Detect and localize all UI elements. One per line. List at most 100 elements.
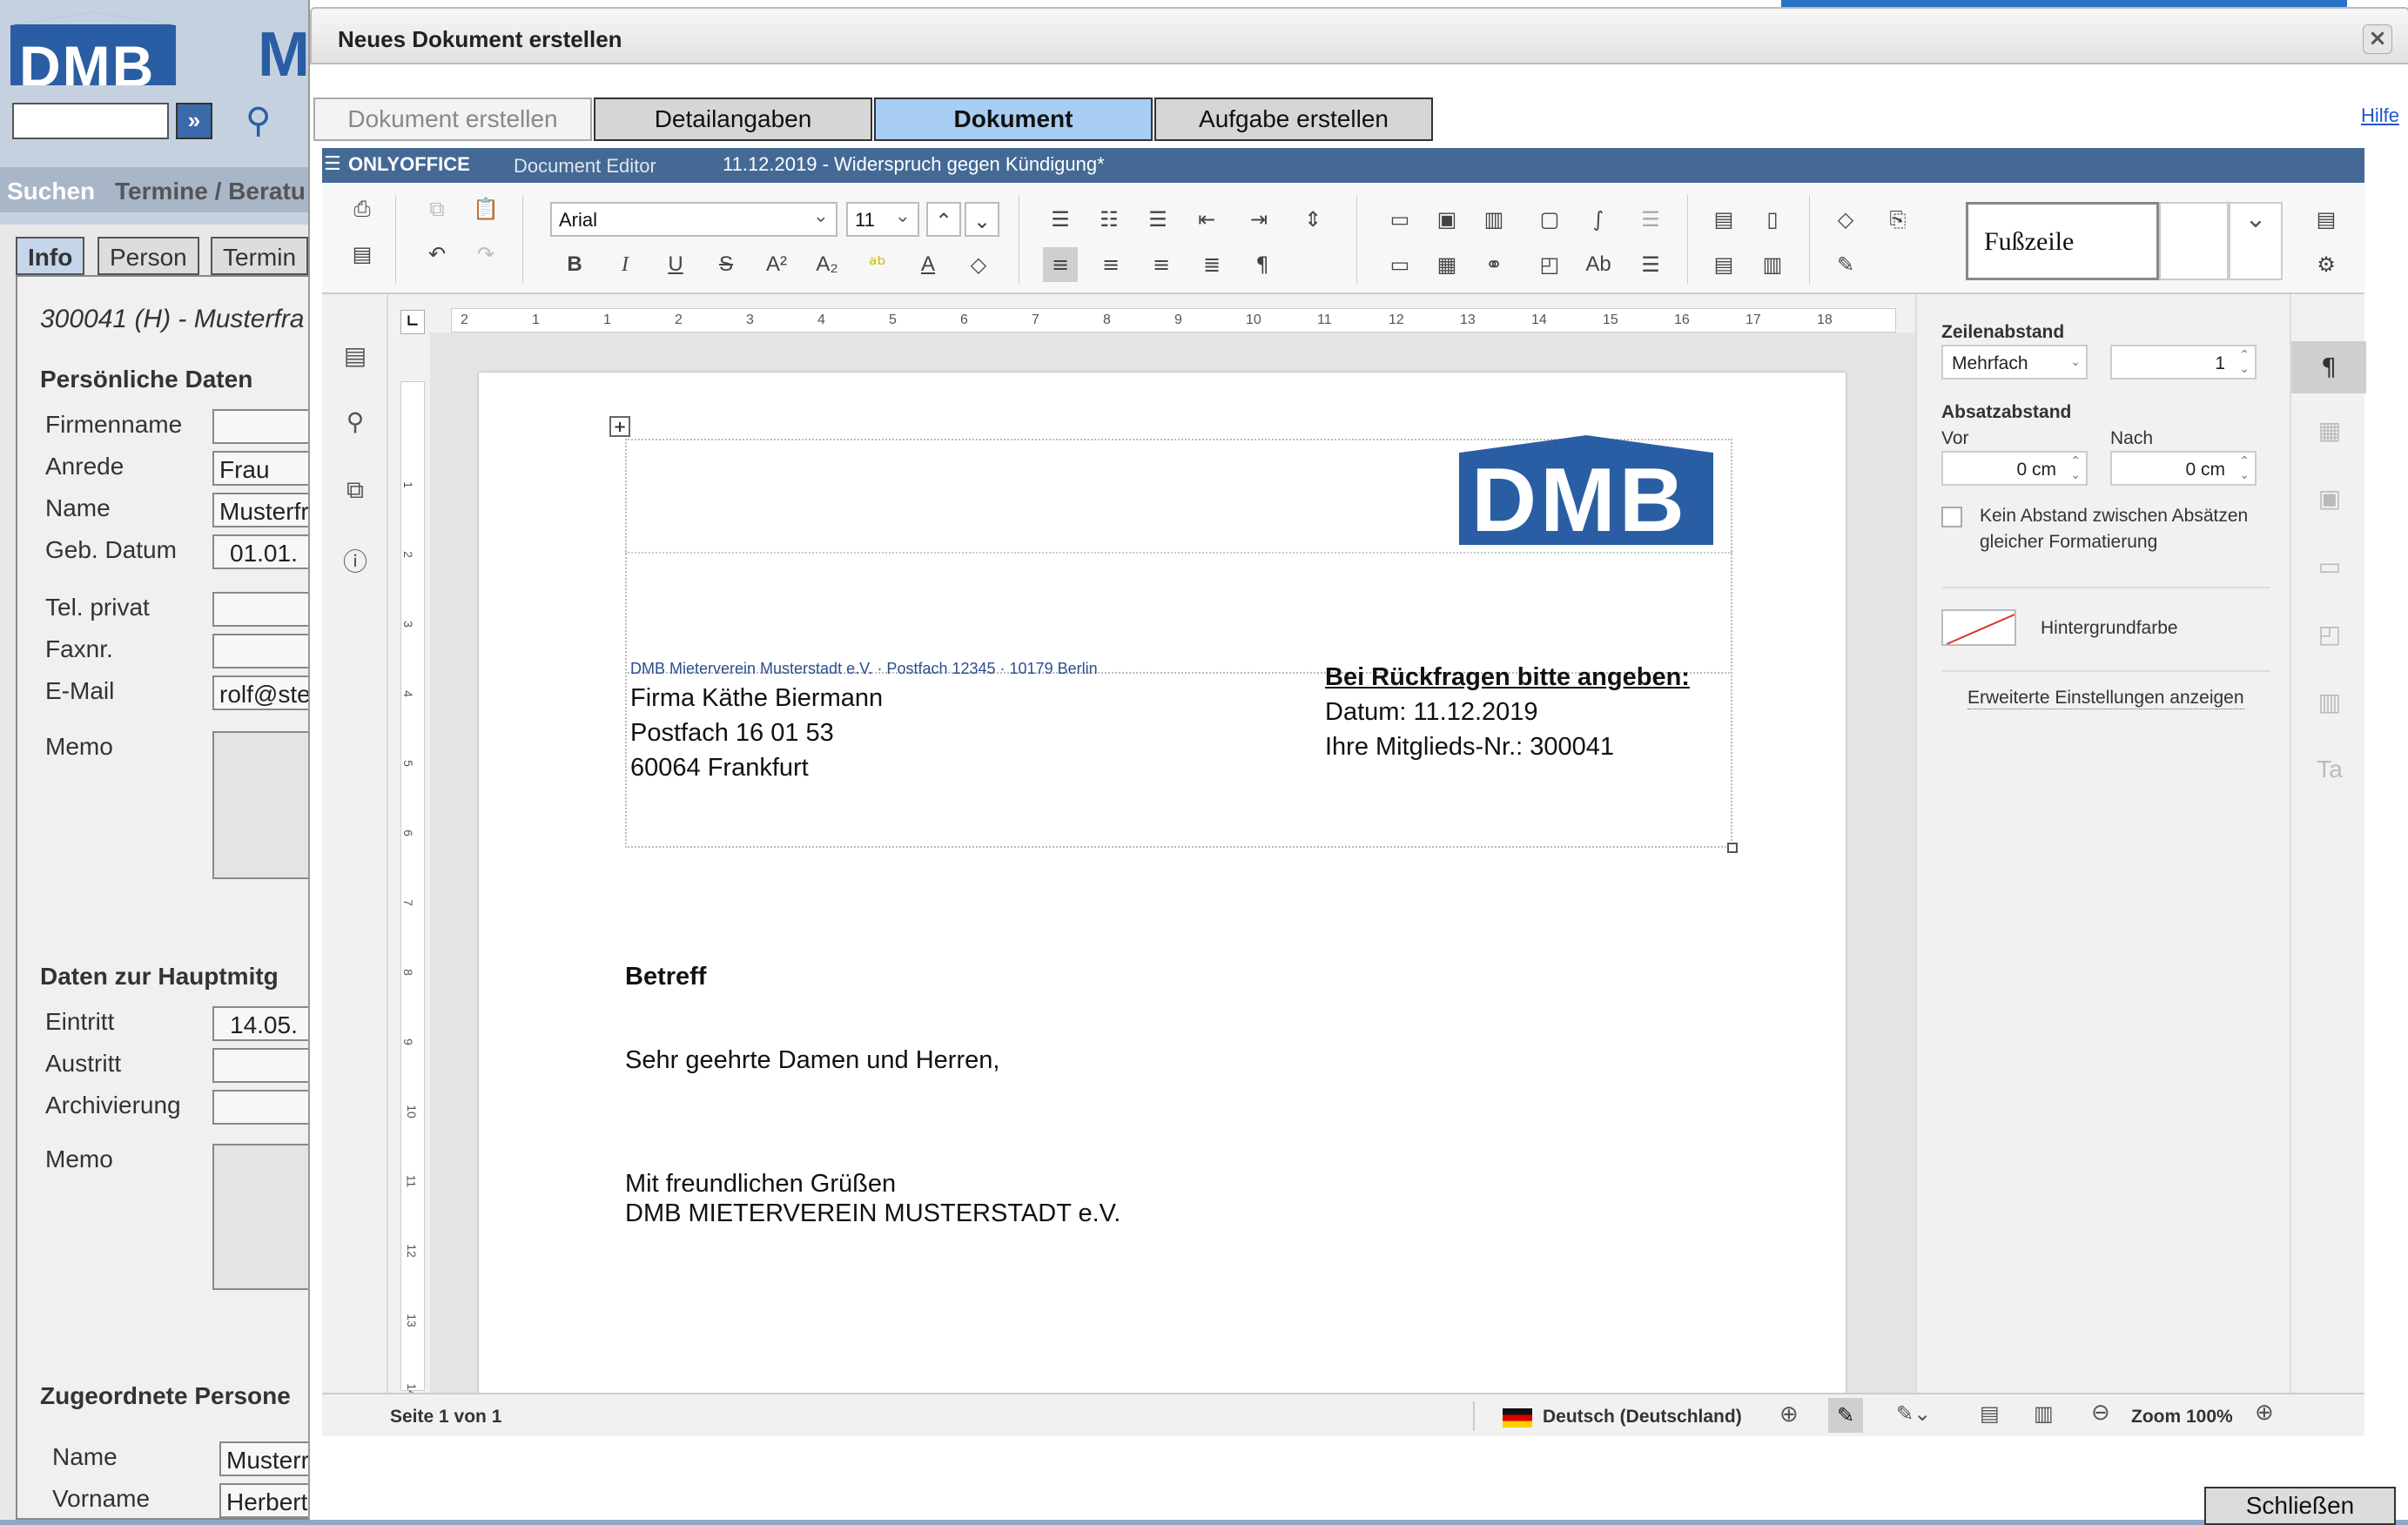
tab-stop-selector[interactable]: ∟: [400, 310, 425, 334]
view-settings-icon[interactable]: ▤: [2309, 202, 2344, 237]
bullets-icon[interactable]: ☰: [1043, 202, 1078, 237]
table-settings-icon[interactable]: ▦: [2310, 416, 2349, 454]
tab-dokument[interactable]: Dokument: [874, 97, 1153, 141]
line-spacing-mode-select[interactable]: Mehrfach ⌄: [1941, 345, 2088, 380]
shape-settings-icon[interactable]: ◰: [2310, 620, 2349, 658]
image-settings-icon[interactable]: ▣: [2310, 484, 2349, 522]
track-changes-icon[interactable]: ✎⌄: [1896, 1401, 1931, 1426]
tab-aufgabe-erstellen[interactable]: Aufgabe erstellen: [1154, 97, 1433, 141]
style-gallery-dropdown-icon[interactable]: ⌄: [2229, 202, 2283, 280]
align-right-icon[interactable]: ≡: [1144, 247, 1179, 282]
settings-icon[interactable]: ⚙: [2309, 247, 2344, 282]
font-size-select[interactable]: 11: [846, 202, 919, 237]
horizontal-ruler[interactable]: 2 1 1 2 3 4 5 6 7 8 9 10 11 12 13 14 15 16 17 18: [451, 308, 1896, 333]
orientation-icon[interactable]: ▯: [1755, 202, 1790, 237]
decrease-font-icon[interactable]: ⌄: [965, 202, 999, 237]
page-break-icon[interactable]: ▭: [1382, 202, 1417, 237]
zoom-in-icon[interactable]: ⊕: [2255, 1400, 2274, 1426]
align-center-icon[interactable]: ≡: [1093, 247, 1128, 282]
highlight-icon[interactable]: ᵃᵇ: [860, 247, 895, 282]
close-dialog-button[interactable]: Schließen: [2204, 1487, 2396, 1525]
table-move-handle-icon[interactable]: +: [609, 416, 630, 437]
superscript-icon[interactable]: A²: [759, 247, 794, 282]
info-icon[interactable]: ⓘ: [338, 543, 373, 578]
shading-icon[interactable]: ◇: [961, 247, 996, 282]
resize-handle[interactable]: [1727, 843, 1738, 853]
bold-icon[interactable]: B: [557, 247, 592, 282]
underline-icon[interactable]: U: [658, 247, 693, 282]
style-preview-2[interactable]: [2159, 202, 2229, 280]
spellcheck-icon[interactable]: ✎: [1828, 1398, 1863, 1433]
document-page[interactable]: + DMB DMB Mieterverein Musterstadt e.V. …: [479, 373, 1846, 1393]
bg-tab-person[interactable]: Person: [98, 237, 199, 275]
table-icon[interactable]: ▦: [1429, 247, 1464, 282]
fit-width-icon[interactable]: ▥: [2034, 1401, 2054, 1426]
columns-icon[interactable]: ☰: [1633, 202, 1668, 237]
italic-icon[interactable]: I: [608, 247, 642, 282]
fit-page-icon[interactable]: ▤: [1980, 1401, 2000, 1426]
header-footer-icon[interactable]: ▭: [1382, 247, 1417, 282]
save-icon[interactable]: ▤: [345, 237, 380, 272]
decrease-indent-icon[interactable]: ⇤: [1189, 202, 1224, 237]
text-art-icon[interactable]: Ab: [1581, 247, 1616, 282]
clear-style-icon[interactable]: ◇: [1828, 202, 1863, 237]
document-canvas[interactable]: + DMB DMB Mieterverein Musterstadt e.V. …: [430, 333, 1988, 1393]
text-art-settings-icon[interactable]: Ta: [2310, 756, 2349, 794]
print-icon[interactable]: ⎙: [345, 191, 380, 226]
image-icon[interactable]: ▣: [1429, 202, 1464, 237]
textbox-icon[interactable]: ▢: [1532, 202, 1567, 237]
quick-search-input[interactable]: [12, 103, 169, 139]
advanced-settings-link[interactable]: Erweiterte Einstellungen anzeigen: [1967, 688, 2244, 709]
nav-search[interactable]: Suchen: [7, 178, 95, 205]
language-select[interactable]: Deutsch (Deutschland): [1543, 1407, 1742, 1428]
equation-icon[interactable]: ∫: [1581, 202, 1616, 237]
increase-indent-icon[interactable]: ⇥: [1241, 202, 1276, 237]
line-spacing-value-input[interactable]: 1 ⌃ ⌄: [2110, 345, 2257, 380]
zoom-out-icon[interactable]: ⊖: [2091, 1400, 2110, 1426]
no-space-checkbox[interactable]: [1941, 507, 1962, 527]
subscript-icon[interactable]: A₂: [810, 247, 844, 282]
chart-settings-icon[interactable]: ▥: [2310, 688, 2349, 726]
paragraph-mark-icon[interactable]: ¶: [1245, 247, 1280, 282]
copy-icon[interactable]: ⧉: [420, 191, 454, 226]
dropcap-icon[interactable]: ☰: [1633, 247, 1668, 282]
line-spacing-icon[interactable]: ⇕: [1295, 202, 1330, 237]
bg-tab-termin[interactable]: Termin: [211, 237, 309, 275]
copy-style-icon[interactable]: ⎘: [1880, 202, 1915, 237]
shape-icon[interactable]: ◰: [1532, 247, 1567, 282]
paragraph-settings-icon[interactable]: ¶: [2291, 341, 2366, 393]
page-size-icon[interactable]: ▤: [1706, 247, 1741, 282]
nav-termine[interactable]: Termine / Beratu: [115, 178, 306, 205]
justify-icon[interactable]: ≣: [1194, 247, 1229, 282]
link-icon[interactable]: ⚭: [1476, 247, 1511, 282]
spacing-before-input[interactable]: 0 cm ⌃ ⌄: [1941, 451, 2088, 486]
quick-search-go-button[interactable]: »: [176, 103, 212, 139]
redo-icon[interactable]: ↷: [468, 237, 503, 272]
chart-icon[interactable]: ▥: [1476, 202, 1511, 237]
help-link[interactable]: Hilfe: [2361, 104, 2399, 127]
globe-icon[interactable]: ⊕: [1779, 1401, 1799, 1428]
paste-icon[interactable]: 📋: [468, 191, 503, 226]
vertical-ruler[interactable]: 1 2 3 4 5 6 7 8 9 10 11 12 13 14: [400, 381, 425, 1397]
header-footer-settings-icon[interactable]: ▭: [2310, 552, 2349, 590]
font-color-icon[interactable]: A: [911, 247, 945, 282]
plugins-icon[interactable]: ⧉: [338, 475, 373, 510]
style-preview[interactable]: Fußzeile: [1966, 202, 2159, 280]
tab-dokument-erstellen[interactable]: Dokument erstellen: [313, 97, 592, 141]
multilevel-icon[interactable]: ☰: [1140, 202, 1175, 237]
increase-font-icon[interactable]: ⌃: [926, 202, 961, 237]
close-icon[interactable]: ×: [2363, 24, 2392, 54]
format-painter-icon[interactable]: ✎: [1828, 247, 1863, 282]
bg-tab-info[interactable]: Info: [16, 237, 85, 275]
numbering-icon[interactable]: ☷: [1092, 202, 1127, 237]
margins-icon[interactable]: ▤: [1706, 202, 1741, 237]
search-icon[interactable]: ⚲: [338, 407, 373, 442]
undo-icon[interactable]: ↶: [420, 237, 454, 272]
background-color-swatch[interactable]: [1941, 609, 2016, 646]
strikethrough-icon[interactable]: S: [709, 247, 743, 282]
spacing-after-input[interactable]: 0 cm ⌃ ⌄: [2110, 451, 2257, 486]
align-left-icon[interactable]: ≡: [1043, 247, 1078, 282]
tab-detailangaben[interactable]: Detailangaben: [594, 97, 872, 141]
font-name-select[interactable]: Arial: [550, 202, 837, 237]
modal-titlebar[interactable]: Neues Dokument erstellen ×: [310, 7, 2408, 64]
